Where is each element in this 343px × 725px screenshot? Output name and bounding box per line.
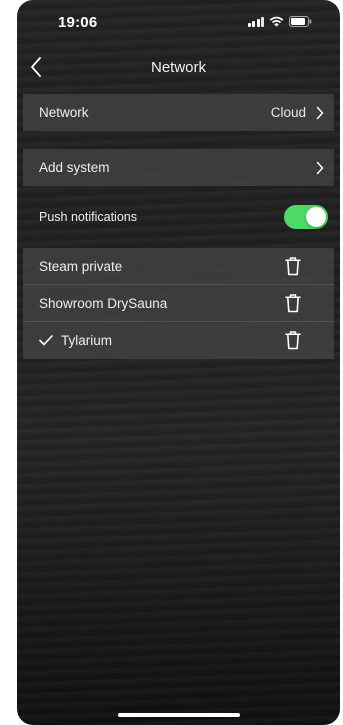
system-item-selected[interactable]: Tylarium xyxy=(23,322,334,359)
status-bar: 19:06 xyxy=(17,0,340,40)
page-title: Network xyxy=(150,59,206,76)
checkmark-icon xyxy=(39,335,55,346)
delete-system-button[interactable] xyxy=(282,254,304,278)
systems-list: Steam private Showroom DrySauna Tylarium xyxy=(23,248,334,359)
system-item[interactable]: Steam private xyxy=(23,248,334,285)
system-name: Showroom DrySauna xyxy=(39,295,168,311)
toggle-knob xyxy=(306,207,326,227)
network-value: Cloud xyxy=(270,105,306,120)
chevron-right-icon xyxy=(314,160,326,176)
status-icons xyxy=(247,16,313,27)
delete-system-button[interactable] xyxy=(282,329,304,353)
push-notifications-row: Push notifications xyxy=(23,197,334,237)
trash-icon xyxy=(285,293,301,312)
push-notifications-toggle[interactable] xyxy=(284,205,328,229)
chevron-right-icon xyxy=(314,105,326,121)
signal-icon xyxy=(247,16,264,27)
network-label: Network xyxy=(39,105,89,120)
add-system-row[interactable]: Add system xyxy=(23,149,334,186)
system-item[interactable]: Showroom DrySauna xyxy=(23,285,334,322)
network-row[interactable]: Network Cloud xyxy=(23,94,334,131)
add-system-label: Add system xyxy=(39,160,110,175)
delete-system-button[interactable] xyxy=(282,291,304,315)
nav-bar: Network xyxy=(17,50,340,86)
wifi-icon xyxy=(269,16,284,27)
battery-icon xyxy=(289,16,312,27)
push-notifications-label: Push notifications xyxy=(39,210,137,224)
system-name: Steam private xyxy=(39,258,123,274)
home-indicator[interactable] xyxy=(118,713,240,717)
status-time: 19:06 xyxy=(58,14,98,31)
system-name: Tylarium xyxy=(61,333,113,348)
app-screen: 19:06 Network Network Cloud Add system P… xyxy=(17,0,340,725)
trash-icon xyxy=(285,331,301,350)
trash-icon xyxy=(285,256,301,275)
